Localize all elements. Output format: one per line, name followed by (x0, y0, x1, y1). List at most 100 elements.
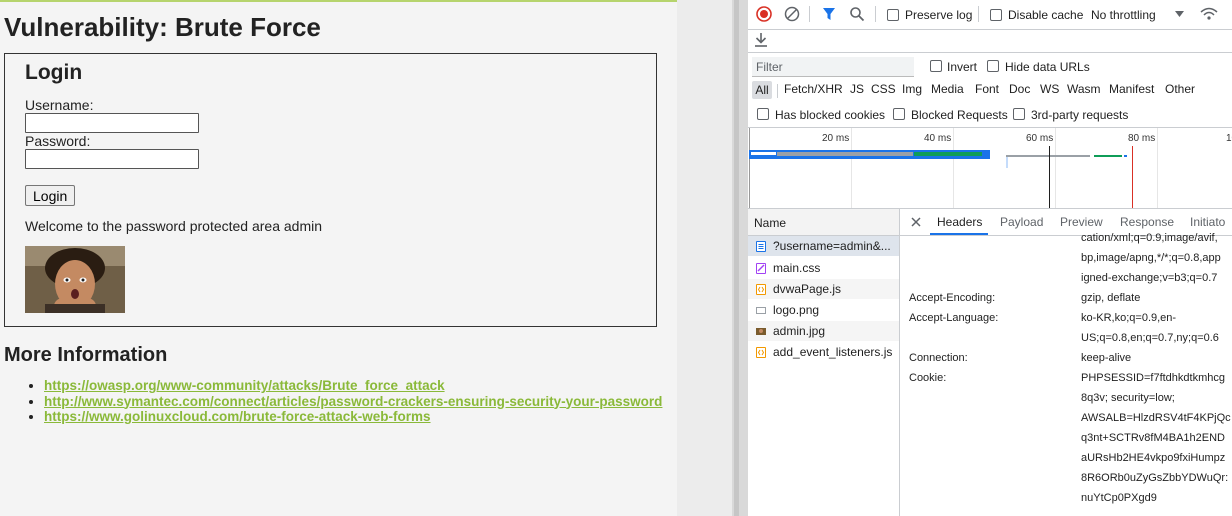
owasp-link[interactable]: https://owasp.org/www-community/attacks/… (44, 378, 445, 393)
disable-cache-checkbox[interactable] (990, 9, 1002, 21)
chevron-down-icon[interactable] (1175, 10, 1184, 18)
table-row[interactable]: add_event_listeners.js (748, 342, 899, 362)
tab-initiator[interactable]: Initiato (1190, 215, 1225, 229)
tab-headers[interactable]: Headers (937, 215, 982, 229)
blocked-requests-label: Blocked Requests (911, 108, 1008, 122)
type-filter-media[interactable]: Media (931, 82, 964, 96)
waterfall-bar (914, 152, 982, 156)
password-input[interactable] (25, 149, 199, 169)
type-filter-all[interactable]: All (752, 81, 772, 99)
timeline-tick: 10 (1226, 133, 1232, 144)
throttling-select[interactable]: No throttling (1091, 8, 1156, 22)
type-filter-font[interactable]: Font (975, 82, 999, 96)
admin-avatar-image (25, 246, 125, 313)
blocked-cookies-checkbox[interactable] (757, 108, 769, 120)
waterfall-bar (1006, 156, 1008, 168)
clear-icon[interactable] (784, 6, 800, 22)
web-page: Vulnerability: Brute Force Login Usernam… (0, 0, 677, 516)
page-gutter (677, 0, 732, 516)
stylesheet-icon (756, 263, 766, 274)
tab-preview[interactable]: Preview (1060, 215, 1103, 229)
load-event-marker (1132, 146, 1133, 208)
download-icon[interactable] (754, 32, 768, 48)
script-icon (756, 284, 766, 295)
search-icon[interactable] (849, 6, 865, 22)
waterfall-bar (1006, 155, 1090, 157)
welcome-message: Welcome to the password protected area a… (25, 218, 323, 234)
header-value: aURsHb2HE4vkpo9fxiHumpz (1081, 452, 1226, 464)
active-tab-indicator (930, 233, 988, 235)
login-panel: Login Username: Password: Login Welcome … (4, 53, 657, 327)
third-party-checkbox[interactable] (1013, 108, 1025, 120)
table-row[interactable]: admin.jpg (748, 321, 899, 341)
network-toolbar: Preserve log Disable cache No throttling (748, 0, 1232, 30)
timeline-tick: 60 ms (1026, 133, 1054, 144)
dom-content-loaded-marker (1049, 146, 1050, 208)
list-item: https://owasp.org/www-community/attacks/… (44, 378, 662, 394)
type-filter-manifest[interactable]: Manifest (1109, 82, 1154, 96)
type-filter-wasm[interactable]: Wasm (1067, 82, 1101, 96)
login-heading: Login (25, 61, 83, 84)
header-value: 8q3v; security=low; (1081, 392, 1175, 404)
waterfall-bar (1124, 155, 1127, 157)
type-filter-doc[interactable]: Doc (1009, 82, 1030, 96)
request-name: admin.jpg (773, 324, 826, 338)
preserve-log-checkbox[interactable] (887, 9, 899, 21)
record-icon[interactable] (756, 6, 772, 22)
hide-data-urls-checkbox[interactable] (987, 60, 999, 72)
header-value: PHPSESSID=f7ftdhkdtkmhcg (1081, 372, 1225, 384)
header-accent-line (0, 0, 677, 2)
filter-placeholder: Filter (756, 60, 783, 74)
image-thumb-icon (756, 328, 766, 335)
list-item: http://www.symantec.com/connect/articles… (44, 394, 662, 410)
scrollbar[interactable] (734, 0, 739, 516)
tab-response[interactable]: Response (1120, 215, 1174, 229)
table-row[interactable]: ?username=admin&... (748, 236, 899, 256)
request-list-header[interactable]: Name (748, 209, 899, 236)
waterfall-bar (1094, 155, 1122, 157)
header-key: Accept-Language: (909, 312, 999, 324)
request-name: add_event_listeners.js (773, 345, 893, 359)
table-row[interactable]: dvwaPage.js (748, 279, 899, 299)
header-value: cation/xml;q=0.9,image/avif, (1081, 232, 1218, 244)
table-row[interactable]: logo.png (748, 300, 899, 320)
devtools-splitter[interactable] (732, 0, 748, 516)
waterfall-bar (777, 152, 913, 156)
close-icon[interactable] (910, 216, 922, 228)
header-value: ko-KR,ko;q=0.9,en- (1081, 312, 1177, 324)
table-row[interactable]: main.css (748, 258, 899, 278)
type-filter-img[interactable]: Img (902, 82, 922, 96)
header-value: nuYtCp0PXgd9 (1081, 492, 1157, 504)
type-filter-other[interactable]: Other (1165, 82, 1195, 96)
golinuxcloud-link[interactable]: https://www.golinuxcloud.com/brute-force… (44, 409, 431, 424)
timeline-tick: 40 ms (924, 133, 952, 144)
type-filter-css[interactable]: CSS (871, 82, 896, 96)
tab-payload[interactable]: Payload (1000, 215, 1043, 229)
invert-checkbox[interactable] (930, 60, 942, 72)
network-overview-timeline[interactable]: 20 ms 40 ms 60 ms 80 ms 10 (748, 127, 1232, 209)
waterfall-bar (751, 152, 776, 155)
header-value: gzip, deflate (1081, 292, 1141, 304)
network-conditions-icon[interactable] (1200, 6, 1218, 22)
password-label: Password: (25, 133, 91, 149)
symantec-link[interactable]: http://www.symantec.com/connect/articles… (44, 394, 662, 409)
login-button[interactable]: Login (25, 185, 76, 206)
type-filter-js[interactable]: JS (850, 82, 864, 96)
type-filter-ws[interactable]: WS (1040, 82, 1059, 96)
blocked-requests-checkbox[interactable] (893, 108, 905, 120)
type-filter-fetch-xhr[interactable]: Fetch/XHR (784, 82, 843, 96)
preserve-log-label: Preserve log (905, 8, 973, 22)
header-key: Accept-Encoding: (909, 292, 996, 304)
page-title: Vulnerability: Brute Force (4, 12, 321, 42)
network-toolbar-secondary (748, 29, 1232, 53)
username-label: Username: (25, 97, 94, 113)
invert-label: Invert (947, 60, 978, 74)
filter-input[interactable]: Filter (752, 57, 914, 77)
timeline-tick: 20 ms (822, 133, 850, 144)
name-column-header: Name (754, 216, 787, 230)
username-input[interactable] (25, 113, 199, 133)
filter-icon[interactable] (822, 7, 836, 21)
more-info-heading: More Information (4, 344, 168, 366)
blocked-cookies-label: Has blocked cookies (775, 108, 886, 122)
panel-divider[interactable] (899, 209, 900, 516)
